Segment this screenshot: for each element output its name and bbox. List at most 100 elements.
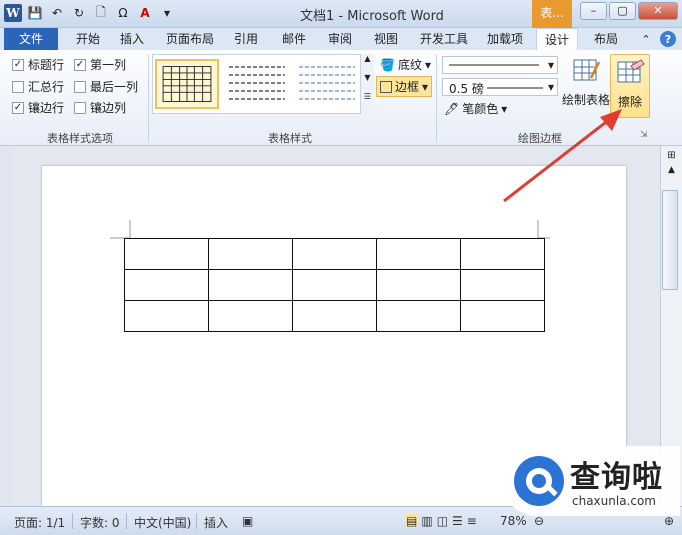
checkbox-checked-icon[interactable]: ✓	[74, 58, 86, 71]
borders-button[interactable]: 边框 ▾	[376, 76, 433, 97]
status-language[interactable]: 中文(中国)	[134, 514, 191, 531]
checkbox-checked-icon[interactable]: ✓	[12, 101, 24, 114]
group-divider	[148, 54, 149, 142]
shading-button[interactable]: 🪣 底纹 ▾	[380, 56, 431, 73]
window-controls: – ▢ ✕	[580, 2, 678, 20]
table-cell[interactable]	[292, 238, 377, 270]
tab-design[interactable]: 设计	[536, 28, 578, 51]
pen-icon: 🖊	[444, 101, 460, 116]
option-total-row[interactable]: 汇总行	[12, 78, 64, 95]
checkbox-icon[interactable]	[12, 80, 24, 93]
table-cell[interactable]	[460, 269, 545, 301]
ruler-toggle-icon[interactable]: ⊞	[661, 150, 682, 161]
minimize-button[interactable]: –	[580, 2, 607, 20]
scroll-up-icon[interactable]: ▲	[661, 165, 682, 175]
gallery-up-icon[interactable]: ▲	[361, 54, 374, 63]
tab-file[interactable]: 文件	[4, 28, 58, 50]
tab-view[interactable]: 视图	[368, 28, 404, 50]
table-cell[interactable]	[124, 269, 209, 301]
checkbox-checked-icon[interactable]: ✓	[12, 58, 24, 71]
watermark: 查询啦 chaxunla.com	[502, 446, 680, 516]
tab-mailings[interactable]: 邮件	[276, 28, 312, 50]
table-style-plain-thumb[interactable]	[225, 59, 289, 109]
gallery-down-icon[interactable]: ▼	[361, 73, 374, 82]
table-cell[interactable]	[460, 238, 545, 270]
save-icon[interactable]: 💾	[26, 4, 44, 22]
option-label: 镶边列	[90, 101, 127, 115]
option-label: 汇总行	[28, 80, 65, 94]
tab-addins[interactable]: 加载项	[482, 28, 528, 50]
tab-home[interactable]: 开始	[68, 28, 108, 50]
pen-color-button[interactable]: 🖊 笔颜色 ▾	[444, 100, 507, 117]
draft-view-icon[interactable]: ≡	[467, 514, 477, 528]
new-document-icon[interactable]: 🗋	[92, 4, 110, 22]
table-cell[interactable]	[124, 300, 209, 332]
minimize-ribbon-icon[interactable]: ⌃	[638, 31, 654, 47]
tab-review[interactable]: 审阅	[322, 28, 358, 50]
word-app-icon[interactable]: W	[4, 4, 22, 22]
annotation-arrow	[503, 109, 622, 203]
symbol-omega-icon[interactable]: Ω	[114, 4, 132, 22]
table-cell[interactable]	[376, 300, 461, 332]
left-margin	[0, 146, 12, 506]
table-cell[interactable]	[292, 300, 377, 332]
tab-developer[interactable]: 开发工具	[414, 28, 474, 50]
status-divider	[196, 513, 197, 529]
tab-page-layout[interactable]: 页面布局	[160, 28, 220, 50]
title-bar: W 💾 ↶ ↻ 🗋 Ω A ▾ 文档1 - Microsoft Word 表..…	[0, 0, 682, 28]
table-cell[interactable]	[124, 238, 209, 270]
close-button[interactable]: ✕	[638, 2, 678, 20]
table-cell[interactable]	[208, 300, 293, 332]
option-first-column[interactable]: ✓ 第一列	[74, 56, 126, 73]
document-table[interactable]	[124, 238, 545, 332]
group-divider	[436, 54, 437, 142]
redo-icon[interactable]: ↻	[70, 4, 88, 22]
maximize-button[interactable]: ▢	[609, 2, 636, 20]
line-style-dropdown[interactable]: ▾	[442, 56, 558, 74]
tab-insert[interactable]: 插入	[114, 28, 150, 50]
option-header-row[interactable]: ✓ 标题行	[12, 56, 64, 73]
table-cell[interactable]	[460, 300, 545, 332]
tab-references[interactable]: 引用	[228, 28, 264, 50]
web-layout-icon[interactable]: ◫	[437, 514, 448, 528]
checkbox-icon[interactable]	[74, 80, 86, 93]
status-page[interactable]: 页面: 1/1	[14, 514, 65, 531]
zoom-level[interactable]: 78%	[500, 514, 527, 528]
checkbox-icon[interactable]	[74, 101, 86, 114]
customize-qat-icon[interactable]: ▾	[158, 4, 176, 22]
table-cell[interactable]	[208, 269, 293, 301]
borders-label: 边框	[395, 80, 420, 94]
undo-icon[interactable]: ↶	[48, 4, 66, 22]
option-last-column[interactable]: 最后一列	[74, 78, 138, 95]
gallery-scroll[interactable]: ▲ ▼ ☰	[360, 54, 374, 114]
dialog-launcher-icon[interactable]: ⇲	[640, 130, 648, 140]
line-style-preview	[449, 64, 539, 66]
status-insert-mode[interactable]: 插入	[204, 514, 228, 531]
line-weight-dropdown[interactable]: 0.5 磅 ▾	[442, 78, 558, 96]
status-word-count[interactable]: 字数: 0	[80, 514, 120, 531]
table-style-light-thumb[interactable]	[295, 59, 359, 109]
option-banded-columns[interactable]: 镶边列	[74, 99, 126, 116]
outline-view-icon[interactable]: ☰	[452, 514, 463, 528]
gallery-more-icon[interactable]: ☰	[361, 92, 374, 101]
group-label-table-style-options: 表格样式选项	[47, 132, 113, 145]
watermark-brand: 查询啦	[570, 460, 663, 495]
tab-layout[interactable]: 布局	[586, 28, 626, 50]
full-screen-reading-icon[interactable]: ▥	[421, 514, 432, 528]
font-color-icon[interactable]: A	[136, 4, 154, 22]
macro-record-icon[interactable]: ▣	[242, 514, 253, 528]
zoom-out-icon[interactable]: ⊖	[534, 514, 544, 528]
table-style-grid-thumb[interactable]	[155, 59, 219, 109]
table-cell[interactable]	[208, 238, 293, 270]
scroll-thumb[interactable]	[662, 190, 678, 290]
help-icon[interactable]: ?	[660, 31, 676, 47]
zoom-in-icon[interactable]: ⊕	[664, 514, 674, 528]
table-cell[interactable]	[292, 269, 377, 301]
table-cell[interactable]	[376, 238, 461, 270]
option-banded-rows[interactable]: ✓ 镶边行	[12, 99, 64, 116]
group-label-table-styles: 表格样式	[268, 132, 312, 145]
option-label: 镶边行	[28, 101, 65, 115]
draw-table-icon	[573, 59, 601, 81]
print-layout-view-icon[interactable]: ▤	[406, 514, 418, 528]
table-cell[interactable]	[376, 269, 461, 301]
